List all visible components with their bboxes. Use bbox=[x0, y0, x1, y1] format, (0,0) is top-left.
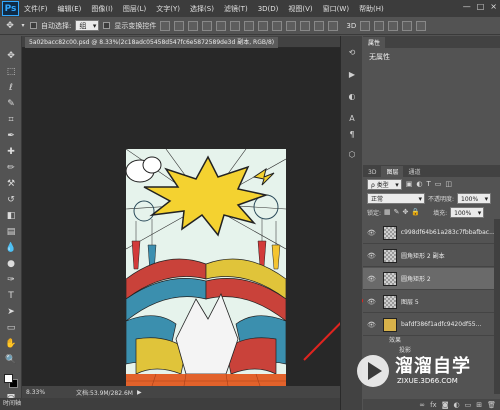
layer-thumbnail bbox=[383, 271, 397, 286]
layer-name: 圆角矩形 2 bbox=[401, 276, 431, 283]
layer-row[interactable]: 👁 bafdf386f1adfc9420df55... bbox=[363, 314, 494, 336]
layer-filter-dropdown[interactable]: ρ 类型 bbox=[367, 178, 402, 191]
layer-row[interactable]: 👁 图层 5 bbox=[363, 291, 494, 313]
effects-label: 效果 bbox=[389, 337, 402, 344]
tab-3d[interactable]: 3D bbox=[363, 168, 381, 177]
watermark: 溜溜自学 ZIXUE.3D66.COM bbox=[355, 350, 498, 392]
adjustments-icon[interactable]: ◐ bbox=[346, 90, 358, 102]
tab-layers[interactable]: 图层 bbox=[381, 166, 404, 177]
history-icon[interactable]: ⟲ bbox=[346, 46, 358, 58]
effects-row[interactable]: 效果 bbox=[389, 335, 401, 344]
properties-empty-text: 无属性 bbox=[369, 53, 390, 61]
lock-row: 锁定: ▦ ✎ ✥ 🔒 填充: 100% bbox=[363, 205, 500, 219]
status-bar: 8.33% 文档:53.9M/282.6M ▶ bbox=[22, 386, 340, 398]
filter-smart-icon[interactable]: ◫ bbox=[445, 180, 452, 188]
eye-icon[interactable]: 👁 bbox=[367, 275, 377, 283]
lock-position-icon[interactable]: ✥ bbox=[403, 208, 409, 216]
layer-thumbnail bbox=[383, 317, 397, 332]
fill-input[interactable]: 100% bbox=[450, 206, 485, 219]
adjustment-layer-icon[interactable]: ◐ bbox=[454, 401, 460, 409]
tab-channels[interactable]: 通道 bbox=[403, 166, 425, 177]
lock-all-icon[interactable]: 🔒 bbox=[411, 208, 420, 216]
zoom-level[interactable]: 8.33% bbox=[26, 389, 56, 396]
layer-thumbnail bbox=[383, 248, 397, 263]
filter-shape-icon[interactable]: ▭ bbox=[435, 180, 442, 188]
opacity-input[interactable]: 100% bbox=[457, 192, 492, 205]
folder-icon[interactable]: ▭ bbox=[465, 401, 472, 409]
watermark-url: ZIXUE.3D66.COM bbox=[397, 377, 458, 385]
layer-filter-row: ρ 类型 ▣ ◐ T ▭ ◫ bbox=[363, 177, 500, 191]
fill-label: 填充: bbox=[433, 209, 448, 217]
actions-icon[interactable]: ▶ bbox=[346, 68, 358, 80]
layer-name: c998df64b61a283c7fbbafbac... bbox=[400, 229, 494, 236]
new-layer-icon[interactable]: ⊞ bbox=[476, 401, 482, 409]
status-arrow-icon[interactable]: ▶ bbox=[137, 389, 142, 396]
opacity-label: 不透明度: bbox=[428, 195, 455, 203]
link-icon[interactable]: ∞ bbox=[419, 401, 425, 409]
filter-pixel-icon[interactable]: ▣ bbox=[406, 180, 413, 188]
layer-thumbnail bbox=[383, 294, 397, 309]
properties-tabs: 属性 bbox=[363, 36, 500, 48]
eye-icon[interactable]: 👁 bbox=[367, 229, 377, 237]
layer-row-selected[interactable]: 👁 圆角矩形 2 bbox=[363, 268, 494, 290]
trash-icon[interactable]: 🗑 bbox=[487, 401, 496, 409]
lock-label: 锁定: bbox=[367, 209, 382, 217]
blend-row: 正常 不透明度: 100% bbox=[363, 191, 500, 205]
layer-name: bafdf386f1adfc9420df55... bbox=[401, 321, 482, 328]
properties-panel: 属性 无属性 bbox=[363, 36, 500, 161]
mask-icon[interactable]: ◙ bbox=[442, 401, 449, 409]
watermark-logo-icon bbox=[357, 355, 389, 387]
eye-icon[interactable]: 👁 bbox=[367, 298, 377, 306]
lock-pixels-icon[interactable]: ✎ bbox=[394, 208, 400, 216]
watermark-name: 溜溜自学 bbox=[395, 356, 471, 377]
filter-adjust-icon[interactable]: ◐ bbox=[416, 180, 422, 188]
layer-thumbnail bbox=[382, 225, 397, 240]
character-icon[interactable]: A bbox=[346, 112, 358, 124]
layer-name: 圆角矩形 2 副本 bbox=[401, 253, 445, 260]
document-size: 文档:53.9M/282.6M bbox=[76, 389, 133, 397]
filter-type-icon[interactable]: T bbox=[426, 180, 430, 188]
3d-icon[interactable]: ⬡ bbox=[346, 148, 358, 160]
layers-tabs: 3D 图层 通道 bbox=[363, 165, 500, 177]
layer-name: 图层 5 bbox=[401, 299, 419, 306]
eye-icon[interactable]: 👁 bbox=[367, 321, 377, 329]
tab-properties[interactable]: 属性 bbox=[363, 37, 386, 48]
timeline-panel-tab[interactable]: 时间轴 bbox=[0, 398, 340, 410]
layers-footer: ∞ fx ◙ ◐ ▭ ⊞ 🗑 bbox=[363, 399, 500, 410]
fx-icon[interactable]: fx bbox=[430, 401, 437, 409]
eye-icon[interactable]: 👁 bbox=[367, 252, 377, 260]
layer-row[interactable]: 👁 c998df64b61a283c7fbbafbac... bbox=[363, 222, 494, 244]
layer-row[interactable]: 👁 圆角矩形 2 副本 bbox=[363, 245, 494, 267]
blend-mode-dropdown[interactable]: 正常 bbox=[367, 192, 425, 205]
lock-transparency-icon[interactable]: ▦ bbox=[384, 208, 391, 216]
foreground-color-swatch[interactable] bbox=[4, 374, 13, 383]
paragraph-icon[interactable]: ¶ bbox=[346, 128, 358, 140]
